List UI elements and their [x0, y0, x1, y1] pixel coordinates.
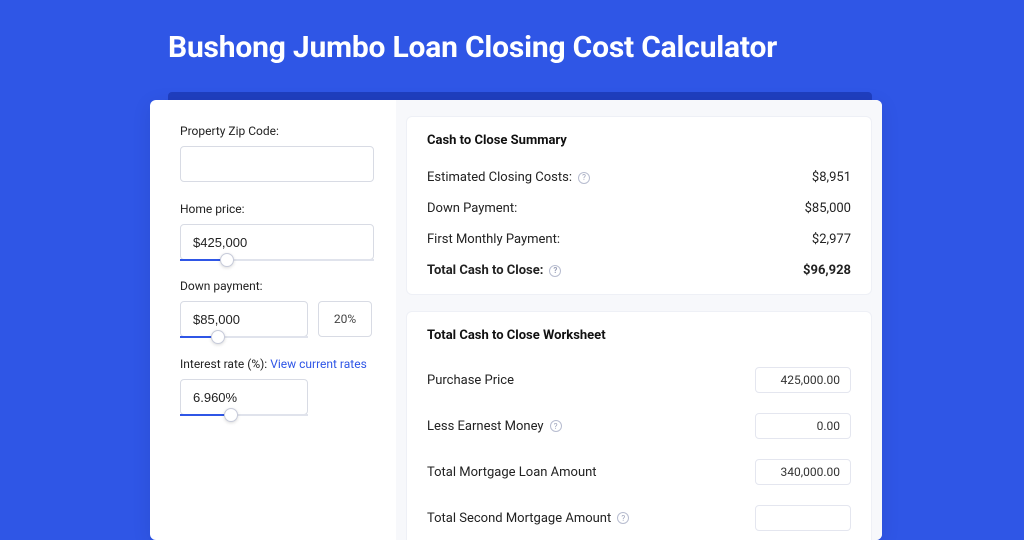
summary-row-label: Total Cash to Close:? — [427, 263, 561, 278]
zip-input[interactable] — [180, 146, 374, 182]
interest-input[interactable] — [180, 379, 308, 415]
worksheet-row: Total Mortgage Loan Amount 340,000.00 — [427, 449, 851, 495]
worksheet-row-label-text: Total Second Mortgage Amount — [427, 511, 611, 526]
worksheet-row-value[interactable]: 0.00 — [755, 413, 851, 439]
summary-row: Total Cash to Close:? $96,928 — [427, 255, 851, 286]
worksheet-title: Total Cash to Close Worksheet — [427, 328, 851, 343]
worksheet-row-label-text: Purchase Price — [427, 373, 514, 388]
view-rates-link[interactable]: View current rates — [270, 357, 367, 371]
worksheet-row-label: Purchase Price — [427, 373, 514, 388]
summary-row: First Monthly Payment: $2,977 — [427, 224, 851, 255]
inputs-column: Property Zip Code: Home price: Down paym… — [150, 100, 396, 540]
calculator-card: Property Zip Code: Home price: Down paym… — [150, 100, 882, 540]
help-icon[interactable]: ? — [578, 172, 590, 184]
worksheet-row-value[interactable] — [755, 505, 851, 531]
home-price-field-block: Home price: — [180, 202, 374, 260]
summary-row-label-text: First Monthly Payment: — [427, 232, 560, 247]
down-payment-label: Down payment: — [180, 279, 374, 293]
summary-row-value: $2,977 — [812, 232, 851, 247]
home-price-input[interactable] — [180, 224, 374, 260]
help-icon[interactable]: ? — [617, 512, 629, 524]
worksheet-row-label: Total Second Mortgage Amount? — [427, 511, 629, 526]
worksheet-panel: Total Cash to Close Worksheet Purchase P… — [406, 311, 872, 540]
down-payment-slider-knob[interactable] — [211, 330, 225, 344]
worksheet-row-label: Total Mortgage Loan Amount — [427, 465, 597, 480]
interest-slider-knob[interactable] — [224, 408, 238, 422]
summary-row-label: Estimated Closing Costs:? — [427, 170, 590, 185]
summary-title: Cash to Close Summary — [427, 133, 851, 148]
summary-row-value: $85,000 — [805, 201, 851, 216]
worksheet-row: Less Earnest Money? 0.00 — [427, 403, 851, 449]
home-price-slider-knob[interactable] — [220, 253, 234, 267]
interest-label-text: Interest rate (%): — [180, 357, 270, 371]
down-payment-field-block: Down payment: 20% — [180, 279, 374, 337]
summary-row-value: $8,951 — [812, 170, 851, 185]
summary-row-label-text: Total Cash to Close: — [427, 263, 543, 278]
down-payment-percent[interactable]: 20% — [318, 301, 372, 337]
summary-row: Estimated Closing Costs:? $8,951 — [427, 162, 851, 193]
worksheet-row-value[interactable]: 340,000.00 — [755, 459, 851, 485]
summary-row-value: $96,928 — [803, 263, 851, 278]
summary-row: Down Payment: $85,000 — [427, 193, 851, 224]
help-icon[interactable]: ? — [550, 420, 562, 432]
summary-row-label-text: Estimated Closing Costs: — [427, 170, 572, 185]
summary-row-label: First Monthly Payment: — [427, 232, 560, 247]
interest-field-block: Interest rate (%): View current rates — [180, 357, 374, 415]
page-title: Bushong Jumbo Loan Closing Cost Calculat… — [0, 0, 1024, 83]
worksheet-row-label: Less Earnest Money? — [427, 419, 562, 434]
down-payment-input[interactable] — [180, 301, 308, 337]
worksheet-row-label-text: Total Mortgage Loan Amount — [427, 465, 597, 480]
home-price-label: Home price: — [180, 202, 374, 216]
summary-row-label: Down Payment: — [427, 201, 517, 216]
zip-field-block: Property Zip Code: — [180, 124, 374, 182]
worksheet-row: Total Second Mortgage Amount? — [427, 495, 851, 540]
worksheet-row-label-text: Less Earnest Money — [427, 419, 544, 434]
worksheet-row-value[interactable]: 425,000.00 — [755, 367, 851, 393]
interest-label: Interest rate (%): View current rates — [180, 357, 374, 371]
zip-label: Property Zip Code: — [180, 124, 374, 138]
summary-row-label-text: Down Payment: — [427, 201, 517, 216]
results-column: Cash to Close Summary Estimated Closing … — [396, 100, 882, 540]
summary-panel: Cash to Close Summary Estimated Closing … — [406, 116, 872, 295]
help-icon[interactable]: ? — [549, 265, 561, 277]
worksheet-row: Purchase Price 425,000.00 — [427, 357, 851, 403]
